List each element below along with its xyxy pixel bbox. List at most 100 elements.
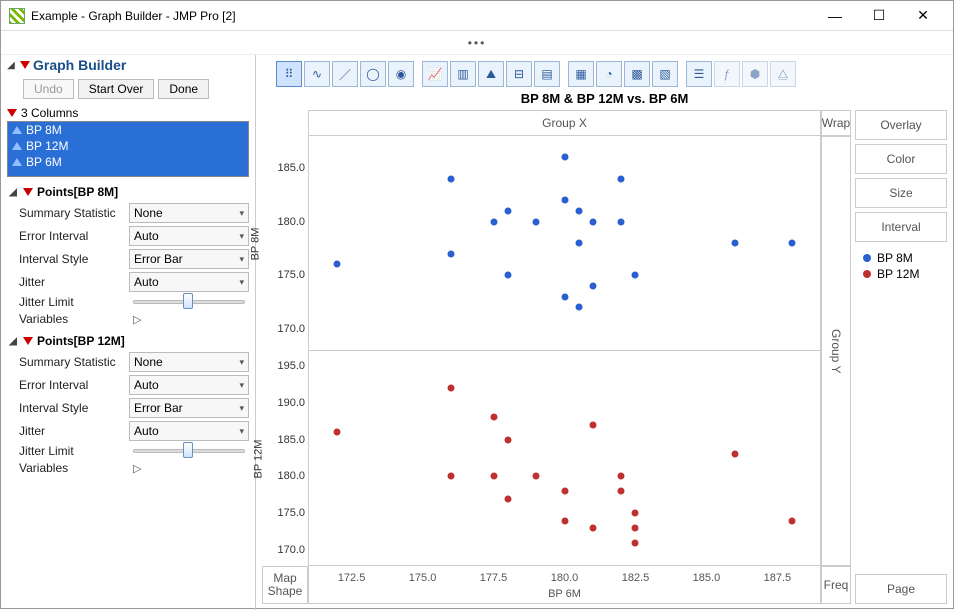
data-point[interactable] bbox=[561, 197, 568, 204]
element-ellipse-button[interactable]: ◯ bbox=[360, 61, 386, 87]
data-point[interactable] bbox=[447, 250, 454, 257]
data-point[interactable] bbox=[618, 488, 625, 495]
data-point[interactable] bbox=[575, 304, 582, 311]
data-point[interactable] bbox=[589, 421, 596, 428]
element-pie-button[interactable]: ◔ bbox=[596, 61, 622, 87]
data-point[interactable] bbox=[561, 293, 568, 300]
data-point[interactable] bbox=[447, 473, 454, 480]
data-point[interactable] bbox=[334, 429, 341, 436]
variables-expand-icon[interactable]: ▷ bbox=[129, 313, 249, 326]
element-heatmap-button[interactable]: ▦ bbox=[568, 61, 594, 87]
y-axis-label[interactable]: BP 12M bbox=[252, 439, 264, 478]
element-smoother-button[interactable]: ∿ bbox=[304, 61, 330, 87]
data-point[interactable] bbox=[561, 154, 568, 161]
data-point[interactable] bbox=[632, 525, 639, 532]
data-point[interactable] bbox=[533, 218, 540, 225]
dropzone-map-shape[interactable]: Map Shape bbox=[262, 566, 308, 604]
data-point[interactable] bbox=[490, 218, 497, 225]
menu-overflow-icon[interactable]: ••• bbox=[468, 36, 487, 50]
data-point[interactable] bbox=[447, 175, 454, 182]
element-bar-button[interactable]: ▥ bbox=[450, 61, 476, 87]
element-contour-button[interactable]: ◉ bbox=[388, 61, 414, 87]
element-formula-button[interactable]: ƒ bbox=[714, 61, 740, 87]
scatter-panel-bottom[interactable]: 170.0175.0180.0185.0190.0195.0 bbox=[309, 350, 820, 565]
scatter-panel-top[interactable]: 170.0175.0180.0185.0 bbox=[309, 136, 820, 350]
data-point[interactable] bbox=[561, 488, 568, 495]
dropzone-interval[interactable]: Interval bbox=[855, 212, 947, 242]
element-parallel-button[interactable]: ⧋ bbox=[770, 61, 796, 87]
data-point[interactable] bbox=[533, 473, 540, 480]
y-axis-label[interactable]: BP 8M bbox=[249, 227, 261, 260]
data-point[interactable] bbox=[618, 218, 625, 225]
data-point[interactable] bbox=[589, 525, 596, 532]
error-interval-select[interactable]: Auto▾ bbox=[129, 226, 249, 246]
data-point[interactable] bbox=[504, 495, 511, 502]
dropzone-group-y[interactable]: Group Y bbox=[821, 136, 851, 566]
summary-statistic-select[interactable]: None▾ bbox=[129, 203, 249, 223]
dropzone-overlay[interactable]: Overlay bbox=[855, 110, 947, 140]
undo-button[interactable]: Undo bbox=[23, 79, 74, 99]
outline-disclosure-icon[interactable]: ◢ bbox=[5, 59, 17, 71]
x-axis-area[interactable]: BP 6M 172.5175.0177.5180.0182.5185.0187.… bbox=[308, 566, 821, 604]
data-point[interactable] bbox=[632, 539, 639, 546]
menu-bar[interactable]: ••• bbox=[1, 31, 953, 55]
data-point[interactable] bbox=[788, 517, 795, 524]
chart-title[interactable]: BP 8M & BP 12M vs. BP 6M bbox=[256, 89, 953, 110]
data-point[interactable] bbox=[788, 240, 795, 247]
element-caption-button[interactable]: ☰ bbox=[686, 61, 712, 87]
dropzone-size[interactable]: Size bbox=[855, 178, 947, 208]
element-points-button[interactable]: ⠿ bbox=[276, 61, 302, 87]
columns-menu-icon[interactable] bbox=[7, 109, 17, 117]
outline-menu-icon[interactable] bbox=[20, 61, 30, 69]
data-point[interactable] bbox=[589, 282, 596, 289]
done-button[interactable]: Done bbox=[158, 79, 209, 99]
element-mosaic-button[interactable]: ▧ bbox=[652, 61, 678, 87]
element-line-button[interactable]: 📈 bbox=[422, 61, 448, 87]
variables-expand-icon[interactable]: ▷ bbox=[129, 462, 249, 475]
data-point[interactable] bbox=[490, 414, 497, 421]
jitter-select[interactable]: Auto▾ bbox=[129, 272, 249, 292]
data-point[interactable] bbox=[731, 240, 738, 247]
dropzone-color[interactable]: Color bbox=[855, 144, 947, 174]
section-menu-icon[interactable] bbox=[23, 337, 33, 345]
error-interval-select[interactable]: Auto▾ bbox=[129, 375, 249, 395]
data-point[interactable] bbox=[618, 175, 625, 182]
section-disclosure-icon[interactable]: ◢ bbox=[7, 335, 19, 347]
data-point[interactable] bbox=[632, 272, 639, 279]
element-boxplot-button[interactable]: ⊟ bbox=[506, 61, 532, 87]
summary-statistic-select[interactable]: None▾ bbox=[129, 352, 249, 372]
window-maximize-button[interactable]: ☐ bbox=[857, 2, 901, 30]
column-item[interactable]: BP 8M bbox=[8, 122, 248, 138]
element-histogram-button[interactable]: ▤ bbox=[534, 61, 560, 87]
dropzone-page[interactable]: Page bbox=[855, 574, 947, 604]
start-over-button[interactable]: Start Over bbox=[78, 79, 155, 99]
window-close-button[interactable]: ✕ bbox=[901, 2, 945, 30]
data-point[interactable] bbox=[504, 436, 511, 443]
data-point[interactable] bbox=[334, 261, 341, 268]
jitter-limit-slider[interactable] bbox=[129, 444, 249, 458]
data-point[interactable] bbox=[731, 451, 738, 458]
data-point[interactable] bbox=[589, 218, 596, 225]
legend[interactable]: BP 8M BP 12M bbox=[855, 246, 947, 286]
element-lineoffit-button[interactable]: ／ bbox=[332, 61, 358, 87]
dropzone-freq[interactable]: Freq bbox=[821, 566, 851, 604]
data-point[interactable] bbox=[575, 240, 582, 247]
data-point[interactable] bbox=[575, 207, 582, 214]
data-point[interactable] bbox=[504, 207, 511, 214]
section-menu-icon[interactable] bbox=[23, 188, 33, 196]
data-point[interactable] bbox=[447, 384, 454, 391]
column-item[interactable]: BP 6M bbox=[8, 154, 248, 170]
dropzone-group-x[interactable]: Group X bbox=[308, 110, 821, 136]
data-point[interactable] bbox=[632, 510, 639, 517]
data-point[interactable] bbox=[490, 473, 497, 480]
element-mapshapes-button[interactable]: ⬢ bbox=[742, 61, 768, 87]
columns-list[interactable]: BP 8M BP 12M BP 6M bbox=[7, 121, 249, 177]
interval-style-select[interactable]: Error Bar▾ bbox=[129, 249, 249, 269]
element-treemap-button[interactable]: ▩ bbox=[624, 61, 650, 87]
data-point[interactable] bbox=[618, 473, 625, 480]
dropzone-wrap[interactable]: Wrap bbox=[821, 110, 851, 136]
interval-style-select[interactable]: Error Bar▾ bbox=[129, 398, 249, 418]
window-minimize-button[interactable]: — bbox=[813, 2, 857, 30]
column-item[interactable]: BP 12M bbox=[8, 138, 248, 154]
section-disclosure-icon[interactable]: ◢ bbox=[7, 186, 19, 198]
